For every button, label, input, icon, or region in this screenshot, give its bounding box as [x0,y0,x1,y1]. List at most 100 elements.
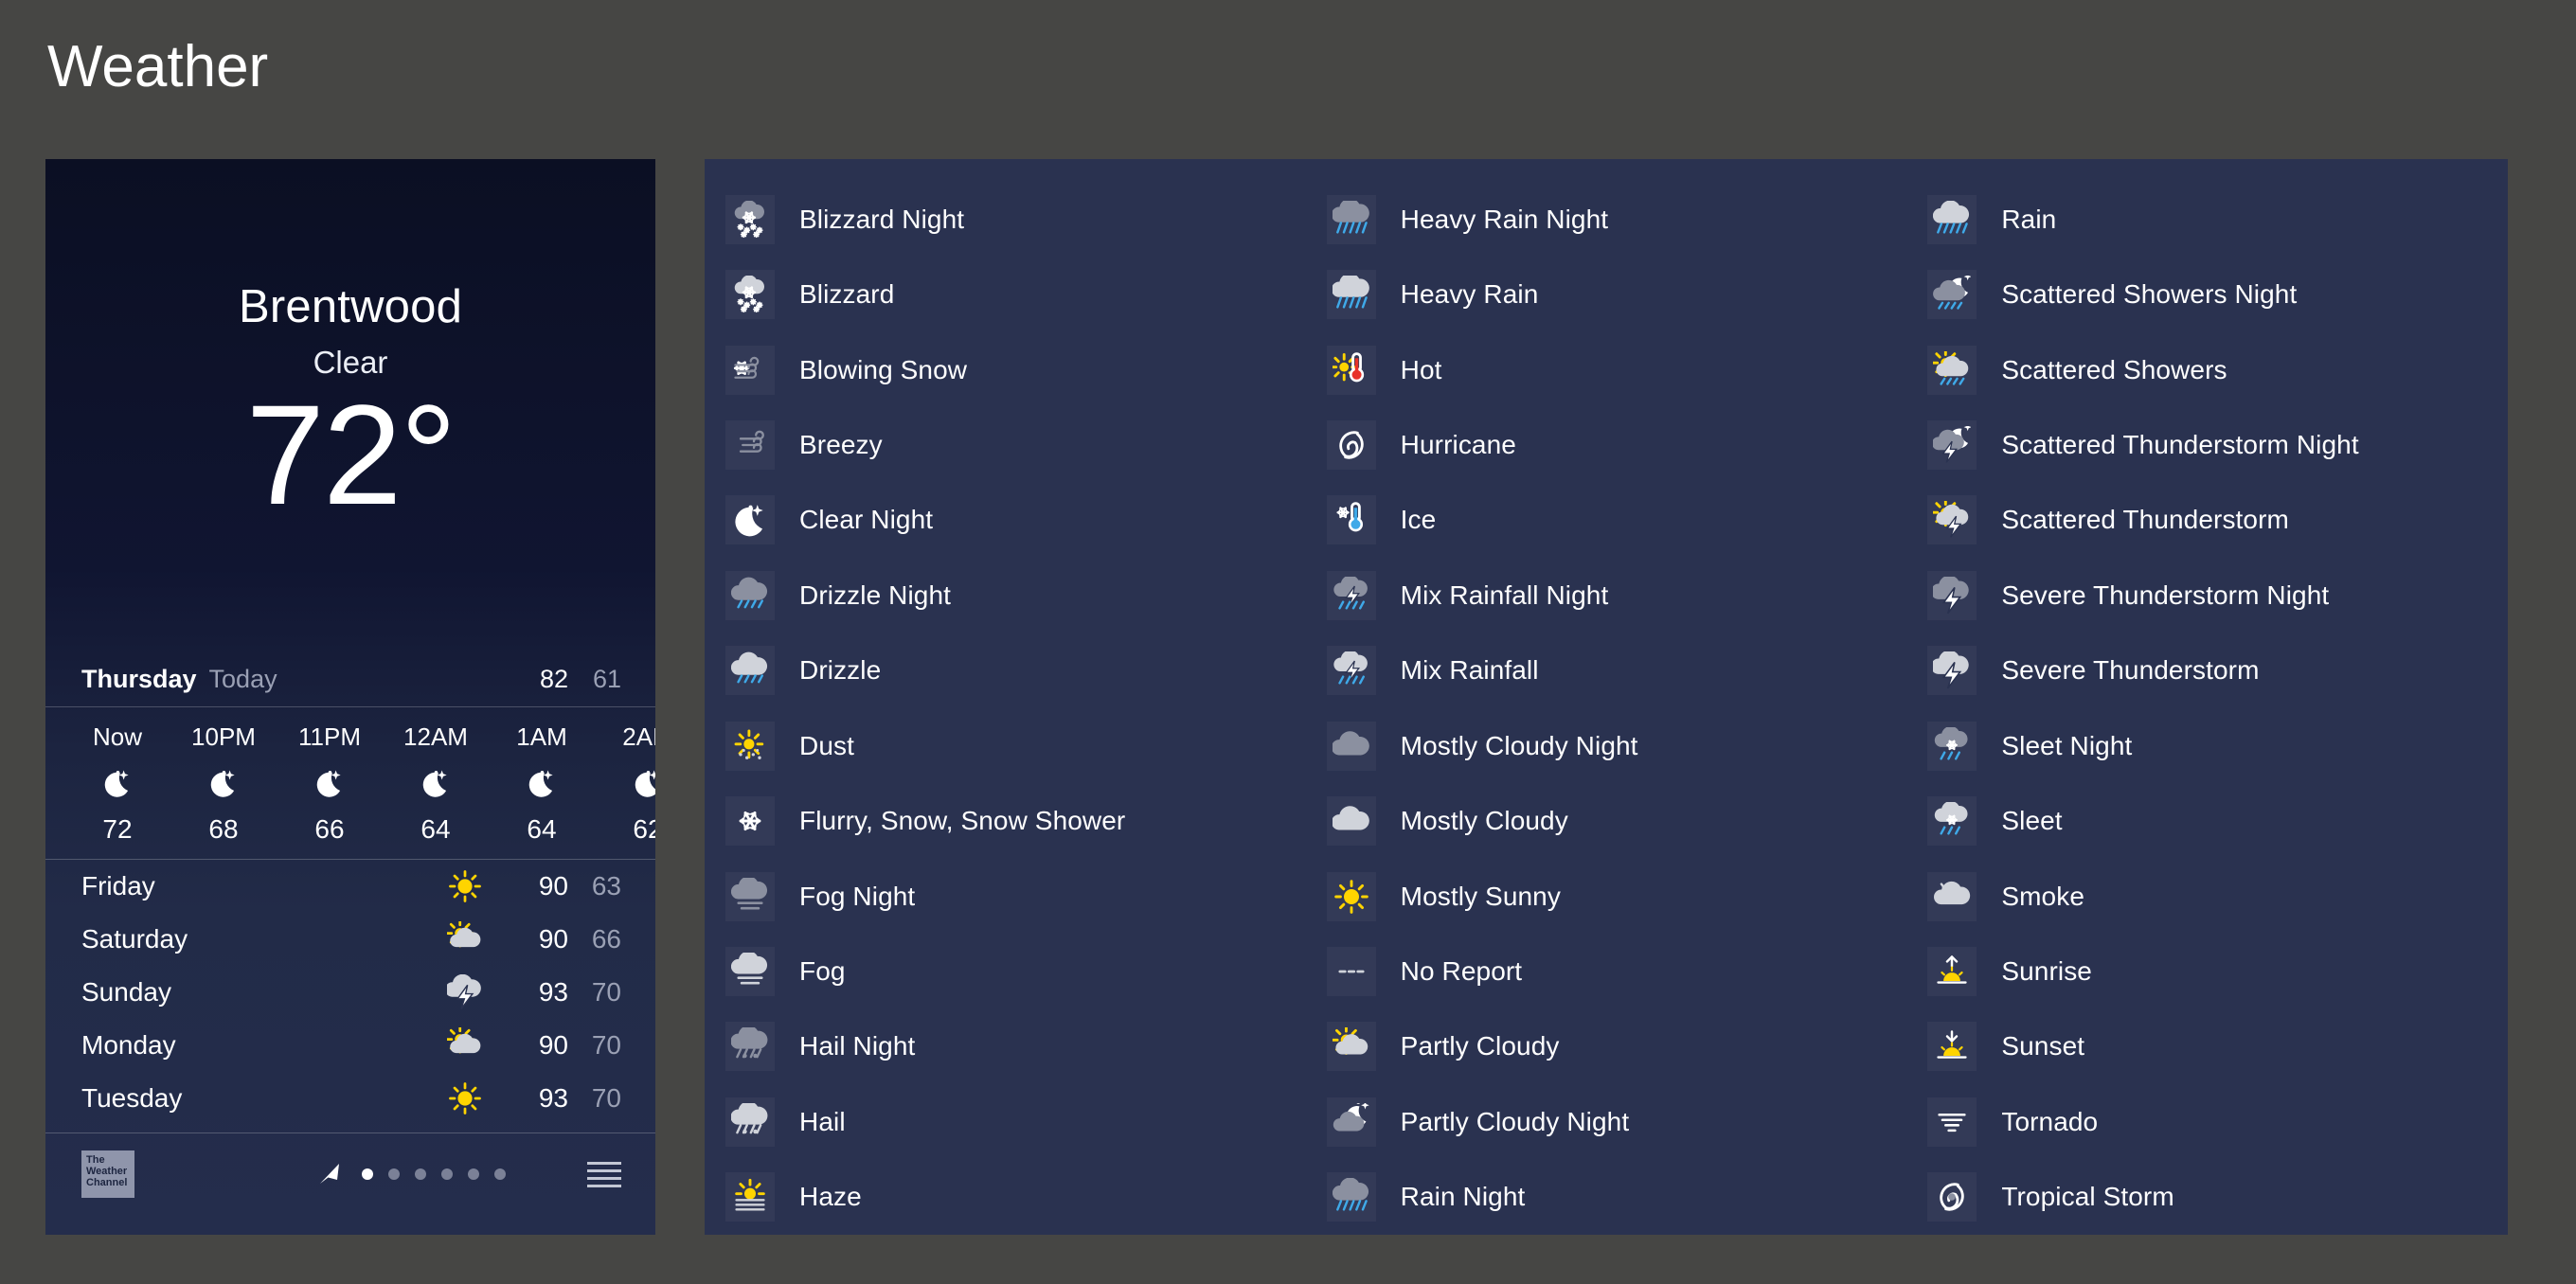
legend-item[interactable]: Drizzle Night [705,558,1306,633]
legend-item[interactable]: Blowing Snow [705,332,1306,407]
daily-forecast-row[interactable]: Sunday 93 70 [45,966,655,1019]
legend-item-label: Scattered Showers Night [2001,279,2298,310]
legend-item[interactable]: Sunrise [1906,934,2508,1008]
legend-item[interactable]: Tropical Storm [1906,1159,2508,1234]
legend-item[interactable]: Sunset [1906,1009,2508,1084]
hourly-temp: 64 [420,813,451,844]
hail-night-icon [725,1022,775,1072]
daily-high: 93 [538,977,568,1007]
legend-item-label: Partly Cloudy [1400,1031,1560,1061]
legend-item[interactable]: Partly Cloudy [1306,1009,1907,1084]
daily-high: 90 [538,871,568,901]
scattered-showers-icon [1927,345,1977,395]
legend-item[interactable]: Mix Rainfall Night [1306,558,1907,633]
weather-widget[interactable]: Brentwood Clear 72° Thursday Today 82 61… [45,159,655,1235]
legend-item-label: Breezy [799,429,883,459]
daily-low: 66 [591,924,621,954]
legend-item-label: Heavy Rain [1400,279,1539,310]
legend-item[interactable]: Sleet [1906,783,2508,858]
page-dots[interactable] [362,1168,506,1180]
hourly-cell: 1AM 64 [489,707,595,859]
legend-item[interactable]: Rain [1906,182,2508,257]
daily-forecast-row[interactable]: Saturday 90 66 [45,913,655,966]
snowflake-icon [725,796,775,847]
daily-high: 90 [538,924,568,954]
list-view-icon[interactable] [587,1161,621,1187]
daily-day-name: Sunday [81,977,171,1007]
today-low: 61 [592,664,621,693]
legend-item[interactable]: Hail Night [705,1009,1306,1084]
hourly-forecast[interactable]: Now 72 10PM 68 11PM 66 12AM 64 1AM 64 2AM 62 [45,707,655,860]
legend-item[interactable]: Fog [705,934,1306,1008]
legend-item-label: Sunrise [2001,955,2092,986]
legend-item-label: Flurry, Snow, Snow Shower [799,806,1126,836]
legend-item[interactable]: Blizzard Night [705,182,1306,257]
legend-item[interactable]: Heavy Rain [1306,257,1907,331]
hourly-time: 1AM [516,722,567,751]
daily-forecast-row[interactable]: Tuesday 93 70 [45,1072,655,1125]
page-dot[interactable] [494,1168,506,1180]
hourly-time: Now [92,722,142,751]
page-dot[interactable] [362,1168,373,1180]
legend-item[interactable]: Scattered Showers [1906,332,2508,407]
legend-item-label: Dust [799,730,854,760]
daily-day-name: Tuesday [81,1083,183,1113]
legend-item[interactable]: Hail [705,1084,1306,1159]
legend-item[interactable]: Fog Night [705,859,1306,934]
legend-item[interactable]: Severe Thunderstorm [1906,633,2508,708]
legend-item[interactable]: Scattered Thunderstorm [1906,483,2508,558]
legend-item[interactable]: Rain Night [1306,1159,1907,1234]
hourly-cell: 10PM 68 [170,707,277,859]
today-high: 82 [539,664,568,693]
breezy-icon [725,419,775,470]
legend-item[interactable]: Mostly Cloudy [1306,783,1907,858]
sleet-night-icon [1927,721,1977,771]
legend-item[interactable]: Heavy Rain Night [1306,182,1907,257]
legend-item[interactable]: Hot [1306,332,1907,407]
legend-item[interactable]: Partly Cloudy Night [1306,1084,1907,1159]
legend-item-label: Drizzle Night [799,580,952,610]
legend-item[interactable]: Mostly Cloudy Night [1306,708,1907,783]
scattered-thunderstorm-icon [1927,495,1977,545]
legend-item[interactable]: Scattered Thunderstorm Night [1906,407,2508,482]
legend-item[interactable]: Haze [705,1159,1306,1234]
legend-item-label: Sunset [2001,1031,2085,1061]
legend-item[interactable]: Flurry, Snow, Snow Shower [705,783,1306,858]
blizzard-night-icon [725,194,775,244]
legend-item[interactable]: Mix Rainfall [1306,633,1907,708]
daily-forecast-row[interactable]: Monday 90 70 [45,1019,655,1072]
legend-item-label: Smoke [2001,881,2084,911]
hourly-cell: 12AM 64 [383,707,489,859]
mix-rainfall-icon [1326,646,1376,696]
hourly-time: 2AM [622,722,655,751]
legend-item[interactable]: Tornado [1906,1084,2508,1159]
legend-item[interactable]: Dust [705,708,1306,783]
page-dot[interactable] [388,1168,400,1180]
scattered-thunderstorm-night-icon [1927,419,1977,470]
legend-item[interactable]: Clear Night [705,483,1306,558]
hourly-temp: 64 [527,813,557,844]
legend-item[interactable]: Blizzard [705,257,1306,331]
legend-item[interactable]: No Report [1306,934,1907,1008]
legend-item[interactable]: Smoke [1906,859,2508,934]
page-dot[interactable] [415,1168,426,1180]
no-report-icon [1326,946,1376,996]
dust-icon [725,721,775,771]
legend-item[interactable]: Mostly Sunny [1306,859,1907,934]
legend-item[interactable]: Ice [1306,483,1907,558]
hourly-time: 10PM [191,722,256,751]
clear-night-icon [526,765,558,801]
mostly-cloudy-night-icon [1326,721,1376,771]
legend-item[interactable]: Sleet Night [1906,708,2508,783]
legend-item[interactable]: Drizzle [705,633,1306,708]
legend-item-label: Sleet [2001,806,2063,836]
hurricane-icon [1326,419,1376,470]
legend-item[interactable]: Severe Thunderstorm Night [1906,558,2508,633]
legend-item[interactable]: Breezy [705,407,1306,482]
page-dot[interactable] [441,1168,453,1180]
legend-item[interactable]: Hurricane [1306,407,1907,482]
legend-item[interactable]: Scattered Showers Night [1906,257,2508,331]
daily-forecast-row[interactable]: Friday 90 63 [45,860,655,913]
page-dot[interactable] [468,1168,479,1180]
daily-forecast[interactable]: Friday 90 63 Saturday 90 66 Sunday 93 70 Monday 90… [45,860,655,1125]
